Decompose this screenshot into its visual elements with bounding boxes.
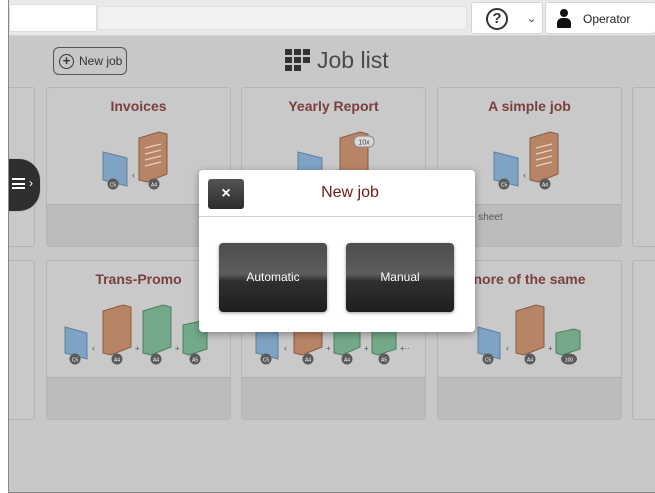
- svg-text:+: +: [135, 344, 140, 353]
- svg-text:+: +: [175, 344, 180, 353]
- question-circle-icon: ?: [486, 8, 508, 30]
- svg-text:‹: ‹: [523, 170, 526, 180]
- c5-label: C5: [485, 358, 492, 364]
- a4-label: A4: [527, 358, 533, 364]
- dialog-title: New job: [321, 184, 379, 201]
- a4-label: A4: [114, 358, 120, 364]
- new-job-dialog: × New job Automatic Manual: [199, 170, 475, 332]
- svg-text:+: +: [548, 344, 553, 353]
- page-title: Job list: [317, 47, 389, 73]
- a4-label: A4: [344, 358, 350, 364]
- a4-label: A4: [151, 183, 157, 189]
- user-icon: [556, 9, 572, 29]
- svg-text:+: +: [326, 344, 331, 353]
- svg-text:‹: ‹: [132, 170, 135, 180]
- a4-label: A4: [305, 358, 311, 364]
- job-card-partial-right[interactable]: [632, 87, 655, 247]
- top-left-field[interactable]: [9, 4, 97, 32]
- svg-text:+··: +··: [400, 344, 410, 353]
- job-card-partial-right[interactable]: [632, 260, 655, 420]
- automatic-button[interactable]: Automatic: [219, 243, 327, 312]
- user-label: Operator: [583, 12, 631, 26]
- c5-label: C5: [501, 183, 508, 189]
- job-card-title: A simple job: [488, 98, 571, 114]
- a5-label: A5: [381, 358, 387, 364]
- svg-text:‹: ‹: [506, 343, 509, 353]
- svg-text:‹: ‹: [284, 343, 287, 353]
- 100-label: 100: [565, 358, 574, 364]
- plus-circle-icon: +: [59, 54, 74, 69]
- grid-icon: [285, 49, 311, 71]
- dialog-header: × New job: [199, 170, 475, 217]
- chevron-down-icon: ⌄: [527, 13, 537, 25]
- a5-label: A5: [192, 358, 198, 364]
- job-card-title: Invoices: [110, 98, 167, 114]
- list-icon: [12, 178, 25, 190]
- c5-label: C5: [263, 358, 270, 364]
- manual-button[interactable]: Manual: [346, 243, 454, 312]
- a4-label: A4: [153, 358, 159, 364]
- job-card-description: [438, 377, 621, 419]
- user-menu-button[interactable]: Operator: [545, 2, 655, 34]
- help-button[interactable]: ? ⌄: [471, 2, 543, 34]
- side-menu-tab[interactable]: ›: [9, 158, 41, 212]
- job-card-description: [47, 377, 230, 419]
- top-bar: ? ⌄ Operator: [9, 0, 655, 36]
- new-job-label: New job: [79, 54, 123, 68]
- new-job-button[interactable]: + New job: [53, 47, 127, 75]
- chevron-right-icon: ›: [29, 176, 33, 190]
- status-field: [97, 6, 467, 30]
- svg-text:+: +: [364, 344, 369, 353]
- app-window: ? ⌄ Operator + New job Job list Invoices: [8, 0, 655, 493]
- svg-text:‹: ‹: [92, 343, 95, 353]
- c5-label: C5: [110, 183, 117, 189]
- job-card-partial-left[interactable]: [9, 260, 35, 420]
- job-card-title: Yearly Report: [288, 98, 379, 114]
- c5-label: C5: [72, 358, 79, 364]
- 10x-label: 10x: [358, 140, 370, 147]
- a4-label: A4: [542, 183, 548, 189]
- job-card-description: [242, 377, 425, 419]
